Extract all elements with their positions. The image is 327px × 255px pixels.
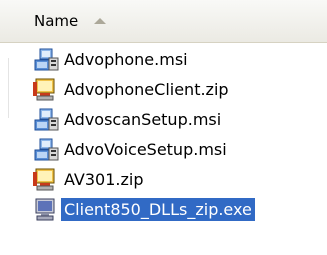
- file-row[interactable]: AdvoscanSetup.msi: [32, 104, 327, 134]
- file-name: Client850_DLLs_zip.exe: [61, 197, 255, 221]
- sort-ascending-icon: [94, 18, 107, 24]
- msi-installer-icon: [32, 106, 60, 132]
- file-explorer-window: Name Advophone.msi AdvophoneClient.zip A…: [0, 0, 327, 255]
- msi-installer-icon: [32, 46, 60, 72]
- file-row[interactable]: Advophone.msi: [32, 44, 327, 74]
- exe-application-icon: [32, 196, 60, 222]
- panel-divider: [0, 58, 9, 118]
- file-row-selected[interactable]: Client850_DLLs_zip.exe: [32, 194, 327, 224]
- name-column-header[interactable]: Name: [34, 0, 107, 42]
- file-name: Advophone.msi: [64, 49, 188, 69]
- file-row[interactable]: AdvophoneClient.zip: [32, 74, 327, 104]
- msi-installer-icon: [32, 136, 60, 162]
- file-row[interactable]: AdvoVoiceSetup.msi: [32, 134, 327, 164]
- file-row[interactable]: AV301.zip: [32, 164, 327, 194]
- column-header-bar: Name: [0, 0, 327, 43]
- left-panel-edge: [0, 44, 14, 255]
- winzip-archive-icon: [32, 76, 60, 102]
- winzip-archive-icon: [32, 166, 60, 192]
- file-name: AdvoscanSetup.msi: [64, 109, 222, 129]
- file-list: Advophone.msi AdvophoneClient.zip Advosc…: [32, 44, 327, 224]
- file-name: AV301.zip: [64, 169, 144, 189]
- file-name: AdvoVoiceSetup.msi: [64, 139, 227, 159]
- file-name: AdvophoneClient.zip: [64, 79, 229, 99]
- name-column-label: Name: [34, 12, 79, 30]
